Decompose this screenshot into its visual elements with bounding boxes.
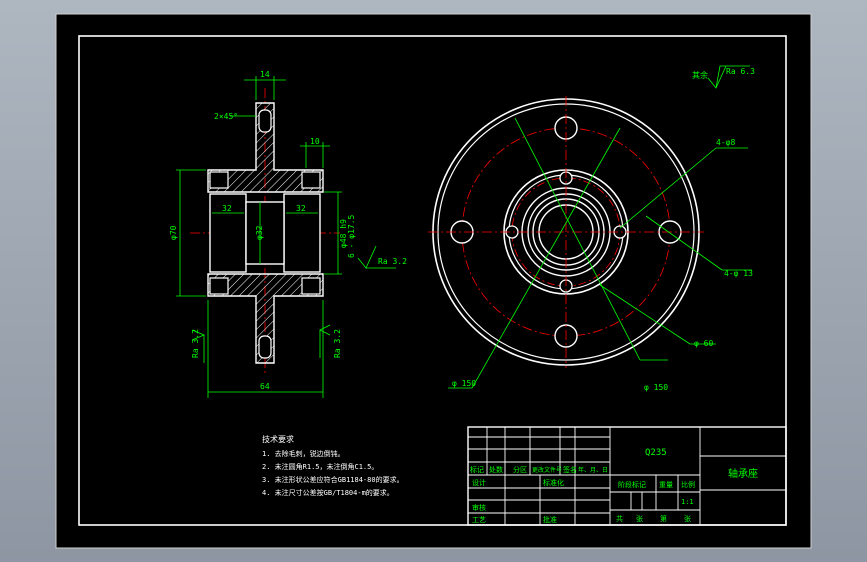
dim-bore-left: 32 xyxy=(222,204,232,213)
dim-chamfer: 2×45° xyxy=(214,112,238,121)
surface-note-prefix: 其余 xyxy=(692,70,708,80)
front-flange-hole-bottom xyxy=(258,335,272,359)
callout-d60: φ 60 xyxy=(694,339,713,348)
tb-header-count: 处数 xyxy=(489,465,503,474)
front-counterbore-bl xyxy=(209,277,229,295)
front-flange-hole-top xyxy=(258,109,272,133)
tech-requirement-line: 3. 未注形状公差应符合GB1184-80的要求。 xyxy=(262,475,404,484)
tb-approve: 批准 xyxy=(543,515,557,524)
dim-bore-center: φ32 xyxy=(255,225,264,240)
tb-header-zone: 分区 xyxy=(513,465,527,474)
tb-stage-mark: 阶段标记 xyxy=(618,480,646,489)
cad-drawing-canvas: 14 2×45° 10 φ70 32 φ32 32 φ48 h9 6 - φ17… xyxy=(55,13,812,549)
front-counterbore-tl xyxy=(209,171,229,189)
tb-standardization: 标准化 xyxy=(543,478,564,487)
callout-d150-right: φ 150 xyxy=(644,383,668,392)
tb-header-mark: 标记 xyxy=(470,465,484,474)
dim-step-width: 10 xyxy=(310,137,320,146)
front-counterbore-tr xyxy=(301,171,321,189)
tb-sheet-total: 共 xyxy=(616,514,623,523)
dim-surface-right-lower: Ra 3.2 xyxy=(333,329,342,358)
callout-holes-small: 4-φ8 xyxy=(716,138,735,147)
surface-note-value: Ra 6.3 xyxy=(726,67,755,76)
dim-fit-right-2: 6 - φ17.5 xyxy=(347,214,356,258)
tb-sheet-unit-2: 张 xyxy=(684,514,691,523)
tb-sheet-unit-1: 张 xyxy=(636,514,643,523)
dim-bore-right: 32 xyxy=(296,204,306,213)
tb-process: 工艺 xyxy=(472,516,486,524)
tb-header-sign: 签名 xyxy=(563,465,577,474)
tech-requirement-line: 4. 未注尺寸公差按GB/T1804-m的要求。 xyxy=(262,488,394,497)
tb-header-date: 年、月、日 xyxy=(578,466,608,474)
tb-part-name: 轴承座 xyxy=(728,467,758,480)
tb-header-doc: 更改文件号 xyxy=(532,466,562,474)
dim-top-width: 14 xyxy=(260,70,270,79)
tb-weight: 重量 xyxy=(659,481,673,489)
tech-requirement-line: 2. 未注圆角R1.5，未注倒角C1.5。 xyxy=(262,462,378,471)
tb-sheet-nth: 第 xyxy=(660,514,667,523)
callout-d150-left: φ 150 xyxy=(452,379,476,388)
drawing-sheet xyxy=(55,13,812,549)
dim-total-width: 64 xyxy=(260,382,270,391)
tech-requirements-title: 技术要求 xyxy=(262,434,294,444)
front-bore-center xyxy=(245,201,285,265)
tb-scale-value: 1:1 xyxy=(681,498,694,506)
tb-material: Q235 xyxy=(645,448,667,458)
tb-designer: 设计 xyxy=(472,478,486,487)
dim-surface-right: Ra 3.2 xyxy=(378,257,407,266)
dim-height-left: φ70 xyxy=(169,225,178,240)
dim-surface-left-lower: Ra 3.2 xyxy=(191,329,200,358)
tb-reviewer: 审核 xyxy=(472,503,486,512)
tech-requirement-line: 1. 去除毛刺，锐边倒钝。 xyxy=(262,449,345,458)
front-counterbore-br xyxy=(301,277,321,295)
tb-scale: 比例 xyxy=(681,480,695,489)
callout-holes-large: 4-φ 13 xyxy=(724,269,753,278)
